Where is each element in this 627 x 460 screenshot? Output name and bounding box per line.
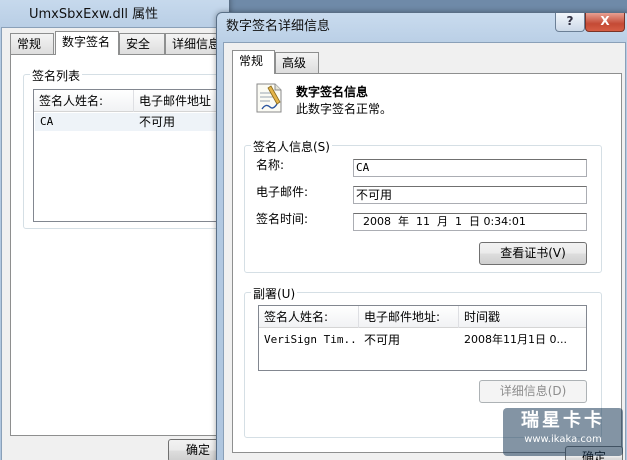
email-cell: 不可用 <box>139 115 176 129</box>
name-label: 名称: <box>256 158 285 172</box>
countersignature-list-header: 签名人姓名: 电子邮件地址: 时间戳 <box>259 306 586 328</box>
name-field[interactable]: CA <box>353 159 587 177</box>
watermark-brand: 瑞星卡卡 <box>521 410 605 431</box>
countersigner-name-cell: VeriSign Tim... <box>264 333 359 346</box>
tab-general[interactable]: 常规 <box>10 33 54 55</box>
tab-security[interactable]: 安全 <box>119 33 165 55</box>
tab-advanced[interactable]: 高级 <box>275 52 319 74</box>
column-signer-name[interactable]: 签名人姓名: <box>259 306 359 328</box>
help-button[interactable]: ? <box>555 13 585 32</box>
signing-time-label: 签名时间: <box>256 212 309 226</box>
email-label: 电子邮件: <box>256 185 309 199</box>
watermark-url: www.ikaka.com <box>524 434 602 445</box>
signature-details-window: 数字签名详细信息 ? X 常规 高级 数字签名信息 此数字签名正常。 签名人信息… <box>216 12 627 460</box>
properties-window-title: UmxSbxExw.dll 属性 <box>29 7 159 22</box>
signature-list-label: 签名列表 <box>30 67 83 84</box>
signature-list[interactable]: 签名人姓名: 电子邮件地址 CA 不可用 <box>33 89 229 222</box>
tab-digital-signatures[interactable]: 数字签名 <box>55 31 119 55</box>
table-row[interactable]: CA 不可用 <box>35 113 227 131</box>
signature-info-heading: 数字签名信息 <box>296 85 369 99</box>
countersigner-email-cell: 不可用 <box>364 333 401 347</box>
tab-general[interactable]: 常规 <box>232 50 275 74</box>
view-certificate-button[interactable]: 查看证书(V) <box>479 242 587 265</box>
signatures-tab-panel: 签名列表 签名人姓名: 电子邮件地址 CA 不可用 <box>10 54 229 436</box>
column-email[interactable]: 电子邮件地址 <box>134 90 228 112</box>
column-timestamp[interactable]: 时间戳 <box>459 306 586 328</box>
signer-info-group: 签名人信息(S) 名称: CA 电子邮件: 不可用 签名时间: 2008 年 1… <box>244 138 602 273</box>
signature-details-client: 常规 高级 数字签名信息 此数字签名正常。 签名人信息(S) 名称: CA 电子… <box>223 42 626 460</box>
countersignatures-legend: 副署(U) <box>251 285 298 302</box>
signature-list-group: 签名列表 签名人姓名: 电子邮件地址 CA 不可用 <box>23 67 229 229</box>
properties-window-client: 常规 数字签名 安全 详细信息 签名列表 签名人姓名: 电子邮件地址 CA 不可… <box>1 27 229 460</box>
signer-name-cell: CA <box>40 115 54 128</box>
signature-list-header: 签名人姓名: 电子邮件地址 <box>34 90 228 112</box>
signing-time-field[interactable]: 2008 年 11 月 1 日 0:34:01 <box>353 213 587 231</box>
timestamp-cell: 2008年11月1日 0... <box>464 333 567 346</box>
table-row[interactable]: VeriSign Tim... 不可用 2008年11月1日 0... <box>259 331 586 349</box>
general-tab-panel: 数字签名信息 此数字签名正常。 签名人信息(S) 名称: CA 电子邮件: 不可… <box>232 73 622 453</box>
details-button[interactable]: 详细信息(D) <box>479 380 587 403</box>
close-button[interactable]: X <box>585 13 625 32</box>
countersignature-list[interactable]: 签名人姓名: 电子邮件地址: 时间戳 VeriSign Tim... 不可用 2… <box>258 305 587 371</box>
certificate-icon <box>254 82 284 114</box>
signature-status-text: 此数字签名正常。 <box>296 102 393 116</box>
column-signer-name[interactable]: 签名人姓名: <box>34 90 134 112</box>
site-watermark: 瑞星卡卡 www.ikaka.com <box>503 408 623 456</box>
properties-window: UmxSbxExw.dll 属性 常规 数字签名 安全 详细信息 签名列表 签名… <box>0 0 230 460</box>
email-field[interactable]: 不可用 <box>353 186 587 204</box>
column-email[interactable]: 电子邮件地址: <box>359 306 459 328</box>
signer-info-legend: 签名人信息(S) <box>251 138 332 155</box>
